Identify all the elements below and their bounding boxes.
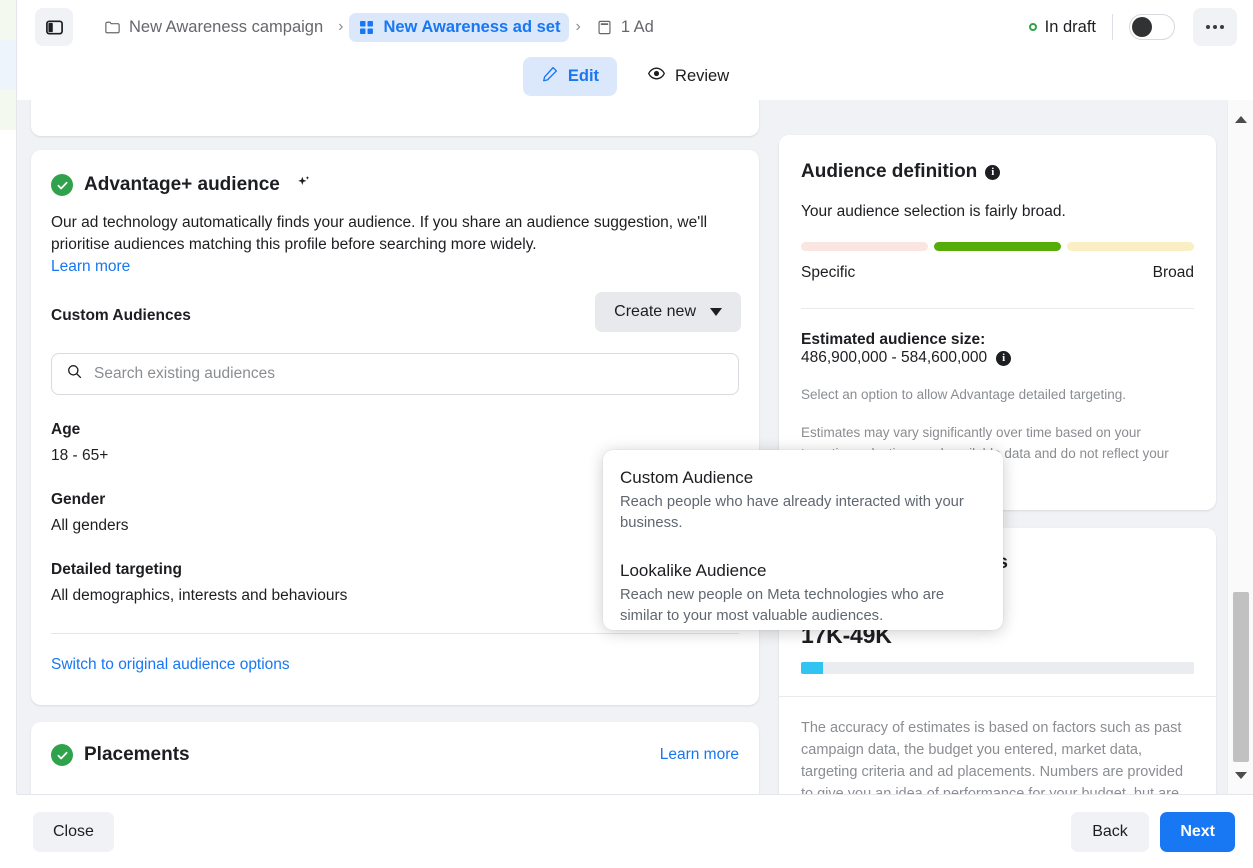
audience-breadth-meter (801, 242, 1194, 251)
create-new-label: Create new (614, 303, 696, 320)
breadcrumb-label: 1 Ad (620, 17, 654, 36)
breadcrumb-item-adset[interactable]: New Awareness ad set (349, 12, 570, 42)
menu-item-title: Lookalike Audience (620, 560, 767, 580)
placements-header: Placements Learn more (51, 744, 739, 766)
close-button[interactable]: Close (33, 812, 114, 852)
edit-review-tabs: Edit Review (17, 56, 1253, 96)
triangle-up-icon (1235, 115, 1247, 123)
meter-segment-specific (801, 242, 928, 251)
menu-item-title: Custom Audience (620, 468, 754, 487)
audience-search-box[interactable] (51, 353, 739, 395)
meter-label-broad: Broad (1152, 264, 1194, 281)
custom-audiences-row: Custom Audiences Create new (51, 292, 741, 339)
meter-labels: Specific Broad (801, 264, 1194, 282)
breadcrumb-separator: › (575, 18, 581, 35)
estimated-audience-size-value: 486,900,000 - 584,600,000 (801, 349, 988, 366)
menu-item-description: Reach new people on Meta technologies wh… (620, 586, 945, 625)
section-description: Our ad technology automatically finds yo… (51, 214, 708, 253)
left-edge-strip (0, 0, 16, 794)
previous-section-card-partial (31, 100, 759, 136)
reach-progress-bar (801, 662, 1194, 674)
create-new-dropdown-menu[interactable]: Custom Audience Reach people who have al… (603, 450, 1003, 630)
breadcrumb-label: New Awareness campaign (129, 17, 324, 36)
chevron-down-icon (710, 308, 722, 316)
placements-card: Placements Learn more Advantage+ placeme… (31, 722, 759, 794)
scroll-up-arrow[interactable] (1228, 108, 1253, 130)
status-dot-icon (1028, 23, 1037, 31)
dot-icon (1213, 25, 1217, 29)
divider (51, 633, 739, 634)
sparkle-icon (295, 174, 312, 196)
triangle-down-icon (1235, 771, 1247, 779)
header-status-area: In draft (1028, 6, 1237, 48)
dot-icon (1220, 25, 1224, 29)
custom-audiences-label: Custom Audiences (51, 307, 191, 324)
reach-progress-fill (801, 662, 823, 674)
page-header: New Awareness campaign › New Awareness a… (17, 0, 1253, 100)
scrollbar-thumb[interactable] (1233, 592, 1249, 762)
main-content: Advantage+ audience Our ad technology au… (17, 100, 1253, 794)
estimated-daily-results-note: The accuracy of estimates is based on fa… (801, 720, 1184, 794)
tab-label: Review (675, 66, 730, 85)
field-label: Age (51, 421, 81, 438)
breadcrumb-item-campaign[interactable]: New Awareness campaign (95, 13, 332, 42)
sidebar-toggle-icon[interactable] (35, 8, 73, 46)
breadcrumb-item-ad[interactable]: 1 Ad (587, 13, 663, 42)
check-circle-icon (51, 174, 73, 196)
placements-learn-more-link[interactable]: Learn more (660, 746, 739, 764)
dot-icon (1206, 25, 1210, 29)
footer-bar: Close Back Next (17, 794, 1253, 868)
toggle-knob (1132, 17, 1152, 37)
info-icon[interactable]: i (985, 164, 1001, 180)
more-options-button[interactable] (1193, 8, 1237, 46)
advantage-audience-header: Advantage+ audience (51, 174, 739, 196)
pencil-icon (541, 65, 559, 88)
tab-review[interactable]: Review (629, 56, 747, 96)
section-title: Placements (84, 744, 190, 765)
ads-manager-window: New Awareness campaign › New Awareness a… (0, 0, 1253, 868)
switch-to-original-audience-link[interactable]: Switch to original audience options (51, 656, 739, 674)
audience-definition-title-group: Audience definition i (801, 161, 1194, 183)
menu-item-custom-audience[interactable]: Custom Audience Reach people who have al… (620, 468, 986, 535)
next-button[interactable]: Next (1160, 812, 1235, 852)
panel-title-text: Audience definition (801, 161, 978, 182)
menu-item-lookalike-audience[interactable]: Lookalike Audience Reach new people on M… (620, 561, 986, 628)
ad-icon (596, 19, 613, 36)
meter-segment-broad (1067, 242, 1194, 251)
publish-toggle[interactable] (1129, 14, 1175, 40)
status-badge: In draft (1044, 17, 1096, 36)
adset-grid-icon (358, 19, 375, 36)
create-new-button[interactable]: Create new (595, 292, 741, 332)
estimated-audience-size-row: Estimated audience size: 486,900,000 - 5… (801, 331, 1194, 367)
audience-definition-subtitle: Your audience selection is fairly broad. (801, 203, 1066, 220)
tab-label: Edit (567, 66, 600, 85)
menu-item-description: Reach people who have already interacted… (620, 494, 964, 532)
placements-title-group: Placements (51, 744, 190, 766)
scroll-down-arrow[interactable] (1228, 764, 1253, 786)
audience-note-1: Select an option to allow Advantage deta… (801, 387, 1126, 402)
estimated-audience-size-label: Estimated audience size: (801, 331, 986, 348)
breadcrumb-label: New Awareness ad set (383, 17, 561, 36)
check-circle-icon (51, 744, 73, 766)
breadcrumb: New Awareness campaign › New Awareness a… (35, 6, 663, 48)
right-column: Audience definition i Your audience sele… (779, 100, 1219, 794)
back-button[interactable]: Back (1071, 812, 1149, 852)
divider (801, 308, 1194, 309)
section-title: Advantage+ audience (84, 174, 280, 195)
left-column: Advantage+ audience Our ad technology au… (31, 100, 759, 794)
tab-edit[interactable]: Edit (522, 56, 618, 96)
meter-label-specific: Specific (801, 264, 856, 281)
header-divider (1112, 14, 1113, 40)
meter-segment-balanced (934, 242, 1061, 251)
search-icon (66, 363, 83, 385)
vertical-scrollbar[interactable] (1227, 100, 1253, 794)
estimated-audience-size-value-group: 486,900,000 - 584,600,000 i (801, 349, 1194, 367)
info-icon[interactable]: i (996, 350, 1012, 366)
eye-icon (647, 64, 666, 88)
search-input[interactable] (94, 365, 724, 383)
learn-more-link[interactable]: Learn more (51, 258, 739, 276)
divider (779, 696, 1216, 697)
folder-icon (104, 19, 121, 36)
breadcrumb-separator: › (338, 18, 344, 35)
